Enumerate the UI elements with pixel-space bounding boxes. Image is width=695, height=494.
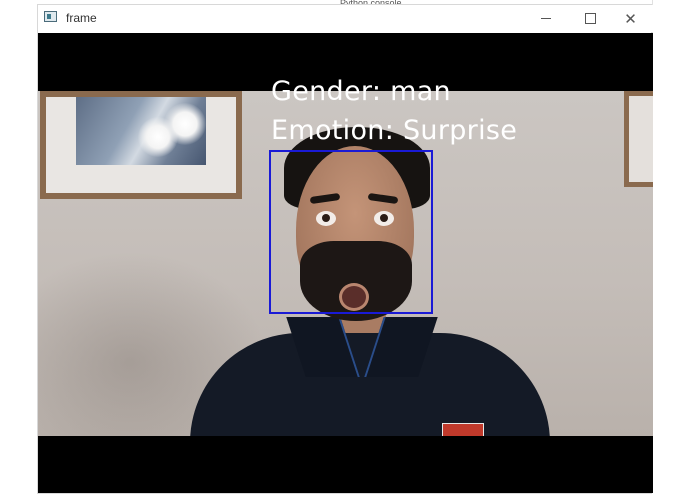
minimize-icon — [540, 18, 551, 19]
wall-picture-frame-right — [624, 91, 653, 187]
emotion-label: Emotion: Surprise — [271, 115, 518, 146]
light-reflection — [164, 103, 206, 145]
face-bounding-box — [269, 150, 433, 314]
video-frame: Gender: man Emotion: Surprise — [38, 33, 653, 493]
close-icon: ✕ — [624, 10, 637, 28]
app-icon — [44, 11, 57, 22]
person-shirt — [190, 333, 550, 436]
shirt-badge — [442, 423, 484, 436]
title-bar[interactable]: frame ✕ — [38, 5, 653, 32]
maximize-button[interactable] — [568, 5, 613, 32]
wall-picture-frame — [40, 91, 242, 199]
window-title: frame — [66, 11, 97, 25]
background-window-edge — [652, 0, 695, 40]
minimize-button[interactable] — [523, 5, 568, 32]
maximize-icon — [585, 13, 596, 24]
close-button[interactable]: ✕ — [608, 5, 653, 32]
gender-label: Gender: man — [271, 76, 451, 107]
frame-window: frame ✕ Gender: man Emotion: Surprise — [37, 4, 653, 494]
